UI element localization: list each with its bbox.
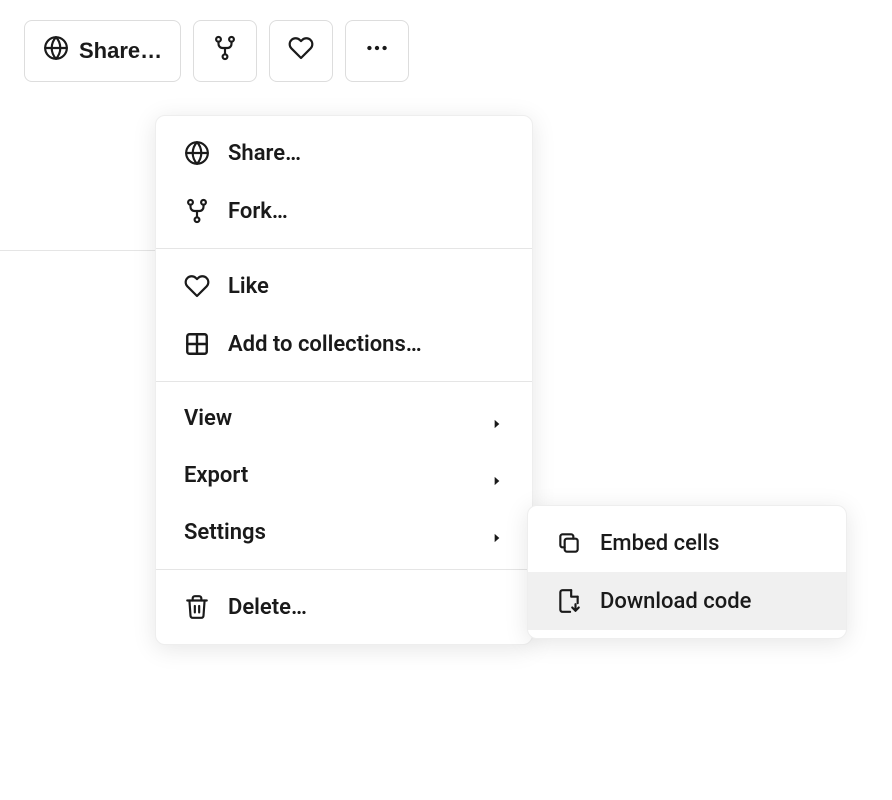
menu-item-label: Like [228, 274, 504, 299]
more-horizontal-icon [364, 35, 390, 67]
menu-item-add-collections[interactable]: Add to collections… [156, 315, 532, 373]
menu-item-label: Export [184, 463, 490, 488]
fork-button[interactable] [193, 20, 257, 82]
copy-icon [556, 530, 582, 556]
menu-item-label: Fork… [228, 199, 504, 224]
submenu-item-embed-cells[interactable]: Embed cells [528, 514, 846, 572]
share-button[interactable]: Share… [24, 20, 181, 82]
trash-icon [184, 594, 210, 620]
menu-item-label: Delete… [228, 595, 504, 620]
submenu-item-label: Embed cells [600, 531, 719, 556]
submenu-item-label: Download code [600, 589, 751, 614]
menu-item-settings[interactable]: Settings [156, 504, 532, 561]
menu-item-share[interactable]: Share… [156, 124, 532, 182]
toolbar: Share… [0, 0, 892, 102]
menu-item-like[interactable]: Like [156, 257, 532, 315]
more-button[interactable] [345, 20, 409, 82]
menu-item-export[interactable]: Export [156, 447, 532, 504]
submenu-item-download-code[interactable]: Download code [528, 572, 846, 630]
chevron-right-icon [490, 412, 504, 426]
menu-item-label: View [184, 406, 490, 431]
menu-item-view[interactable]: View [156, 390, 532, 447]
divider [0, 250, 155, 251]
chevron-right-icon [490, 526, 504, 540]
globe-icon [43, 35, 69, 67]
chevron-right-icon [490, 469, 504, 483]
more-dropdown: Share… Fork… Like [155, 115, 533, 645]
menu-item-label: Add to collections… [228, 332, 504, 357]
menu-item-label: Share… [228, 141, 504, 166]
heart-icon [184, 273, 210, 299]
menu-item-delete[interactable]: Delete… [156, 578, 532, 636]
like-button[interactable] [269, 20, 333, 82]
fork-icon [212, 35, 238, 67]
share-button-label: Share… [79, 38, 162, 64]
globe-icon [184, 140, 210, 166]
heart-icon [288, 35, 314, 67]
export-submenu: Embed cells Download code [527, 505, 847, 639]
file-download-icon [556, 588, 582, 614]
menu-item-label: Settings [184, 520, 490, 545]
menu-item-fork[interactable]: Fork… [156, 182, 532, 240]
fork-icon [184, 198, 210, 224]
grid-icon [184, 331, 210, 357]
